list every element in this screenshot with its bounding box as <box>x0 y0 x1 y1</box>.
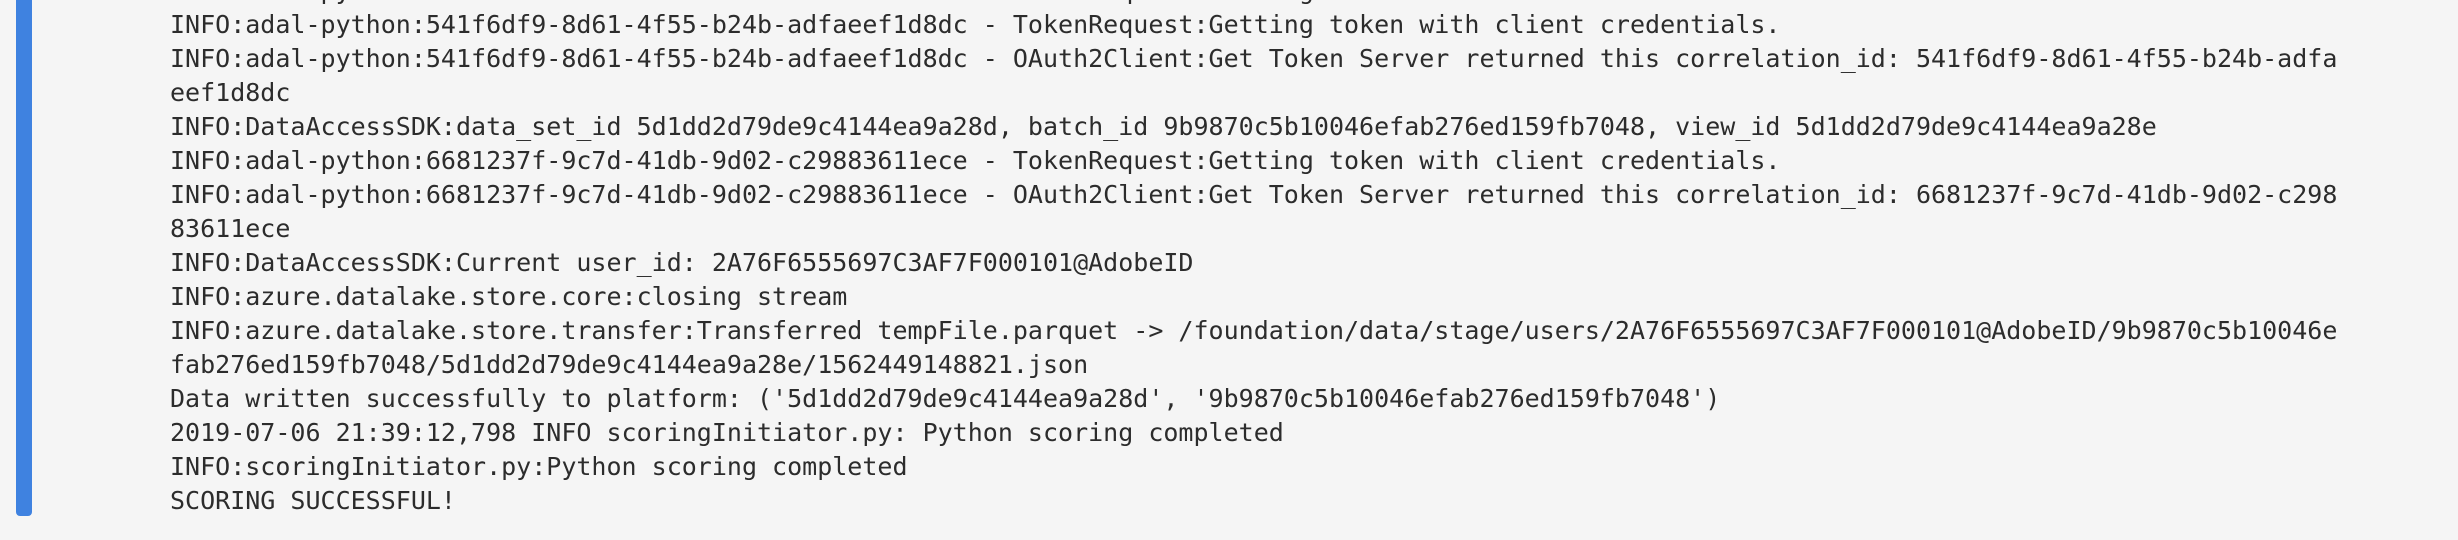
log-line: INFO:DataAccessSDK:Current user_id: 2A76… <box>170 248 1194 277</box>
log-line-partial: INFO:adal-python:541f6df9-8d61-4f55-b24b… <box>170 0 1781 8</box>
log-line: INFO:DataAccessSDK:data_set_id 5d1dd2d79… <box>170 112 2157 141</box>
log-line: Data written successfully to platform: (… <box>170 384 1721 413</box>
log-line: 2019-07-06 21:39:12,798 INFO scoringInit… <box>170 418 1284 447</box>
log-line: INFO:azure.datalake.store.core:closing s… <box>170 282 848 311</box>
log-line: eef1d8dc <box>170 78 291 107</box>
log-line: fab276ed159fb7048/5d1dd2d79de9c4144ea9a2… <box>170 350 1089 379</box>
log-output: INFO:adal-python:541f6df9-8d61-4f55-b24b… <box>170 8 2440 518</box>
log-line: 83611ece <box>170 214 291 243</box>
log-line: INFO:adal-python:6681237f-9c7d-41db-9d02… <box>170 146 1781 175</box>
log-line: INFO:azure.datalake.store.transfer:Trans… <box>170 316 2338 345</box>
log-line: INFO:adal-python:541f6df9-8d61-4f55-b24b… <box>170 44 2338 73</box>
cell-accent-bar <box>16 0 32 516</box>
log-line: INFO:scoringInitiator.py:Python scoring … <box>170 452 908 481</box>
log-line: SCORING SUCCESSFUL! <box>170 486 456 515</box>
log-line: INFO:adal-python:6681237f-9c7d-41db-9d02… <box>170 180 2338 209</box>
log-line: INFO:adal-python:541f6df9-8d61-4f55-b24b… <box>170 10 1781 39</box>
log-output-panel: INFO:adal-python:541f6df9-8d61-4f55-b24b… <box>0 0 2458 540</box>
